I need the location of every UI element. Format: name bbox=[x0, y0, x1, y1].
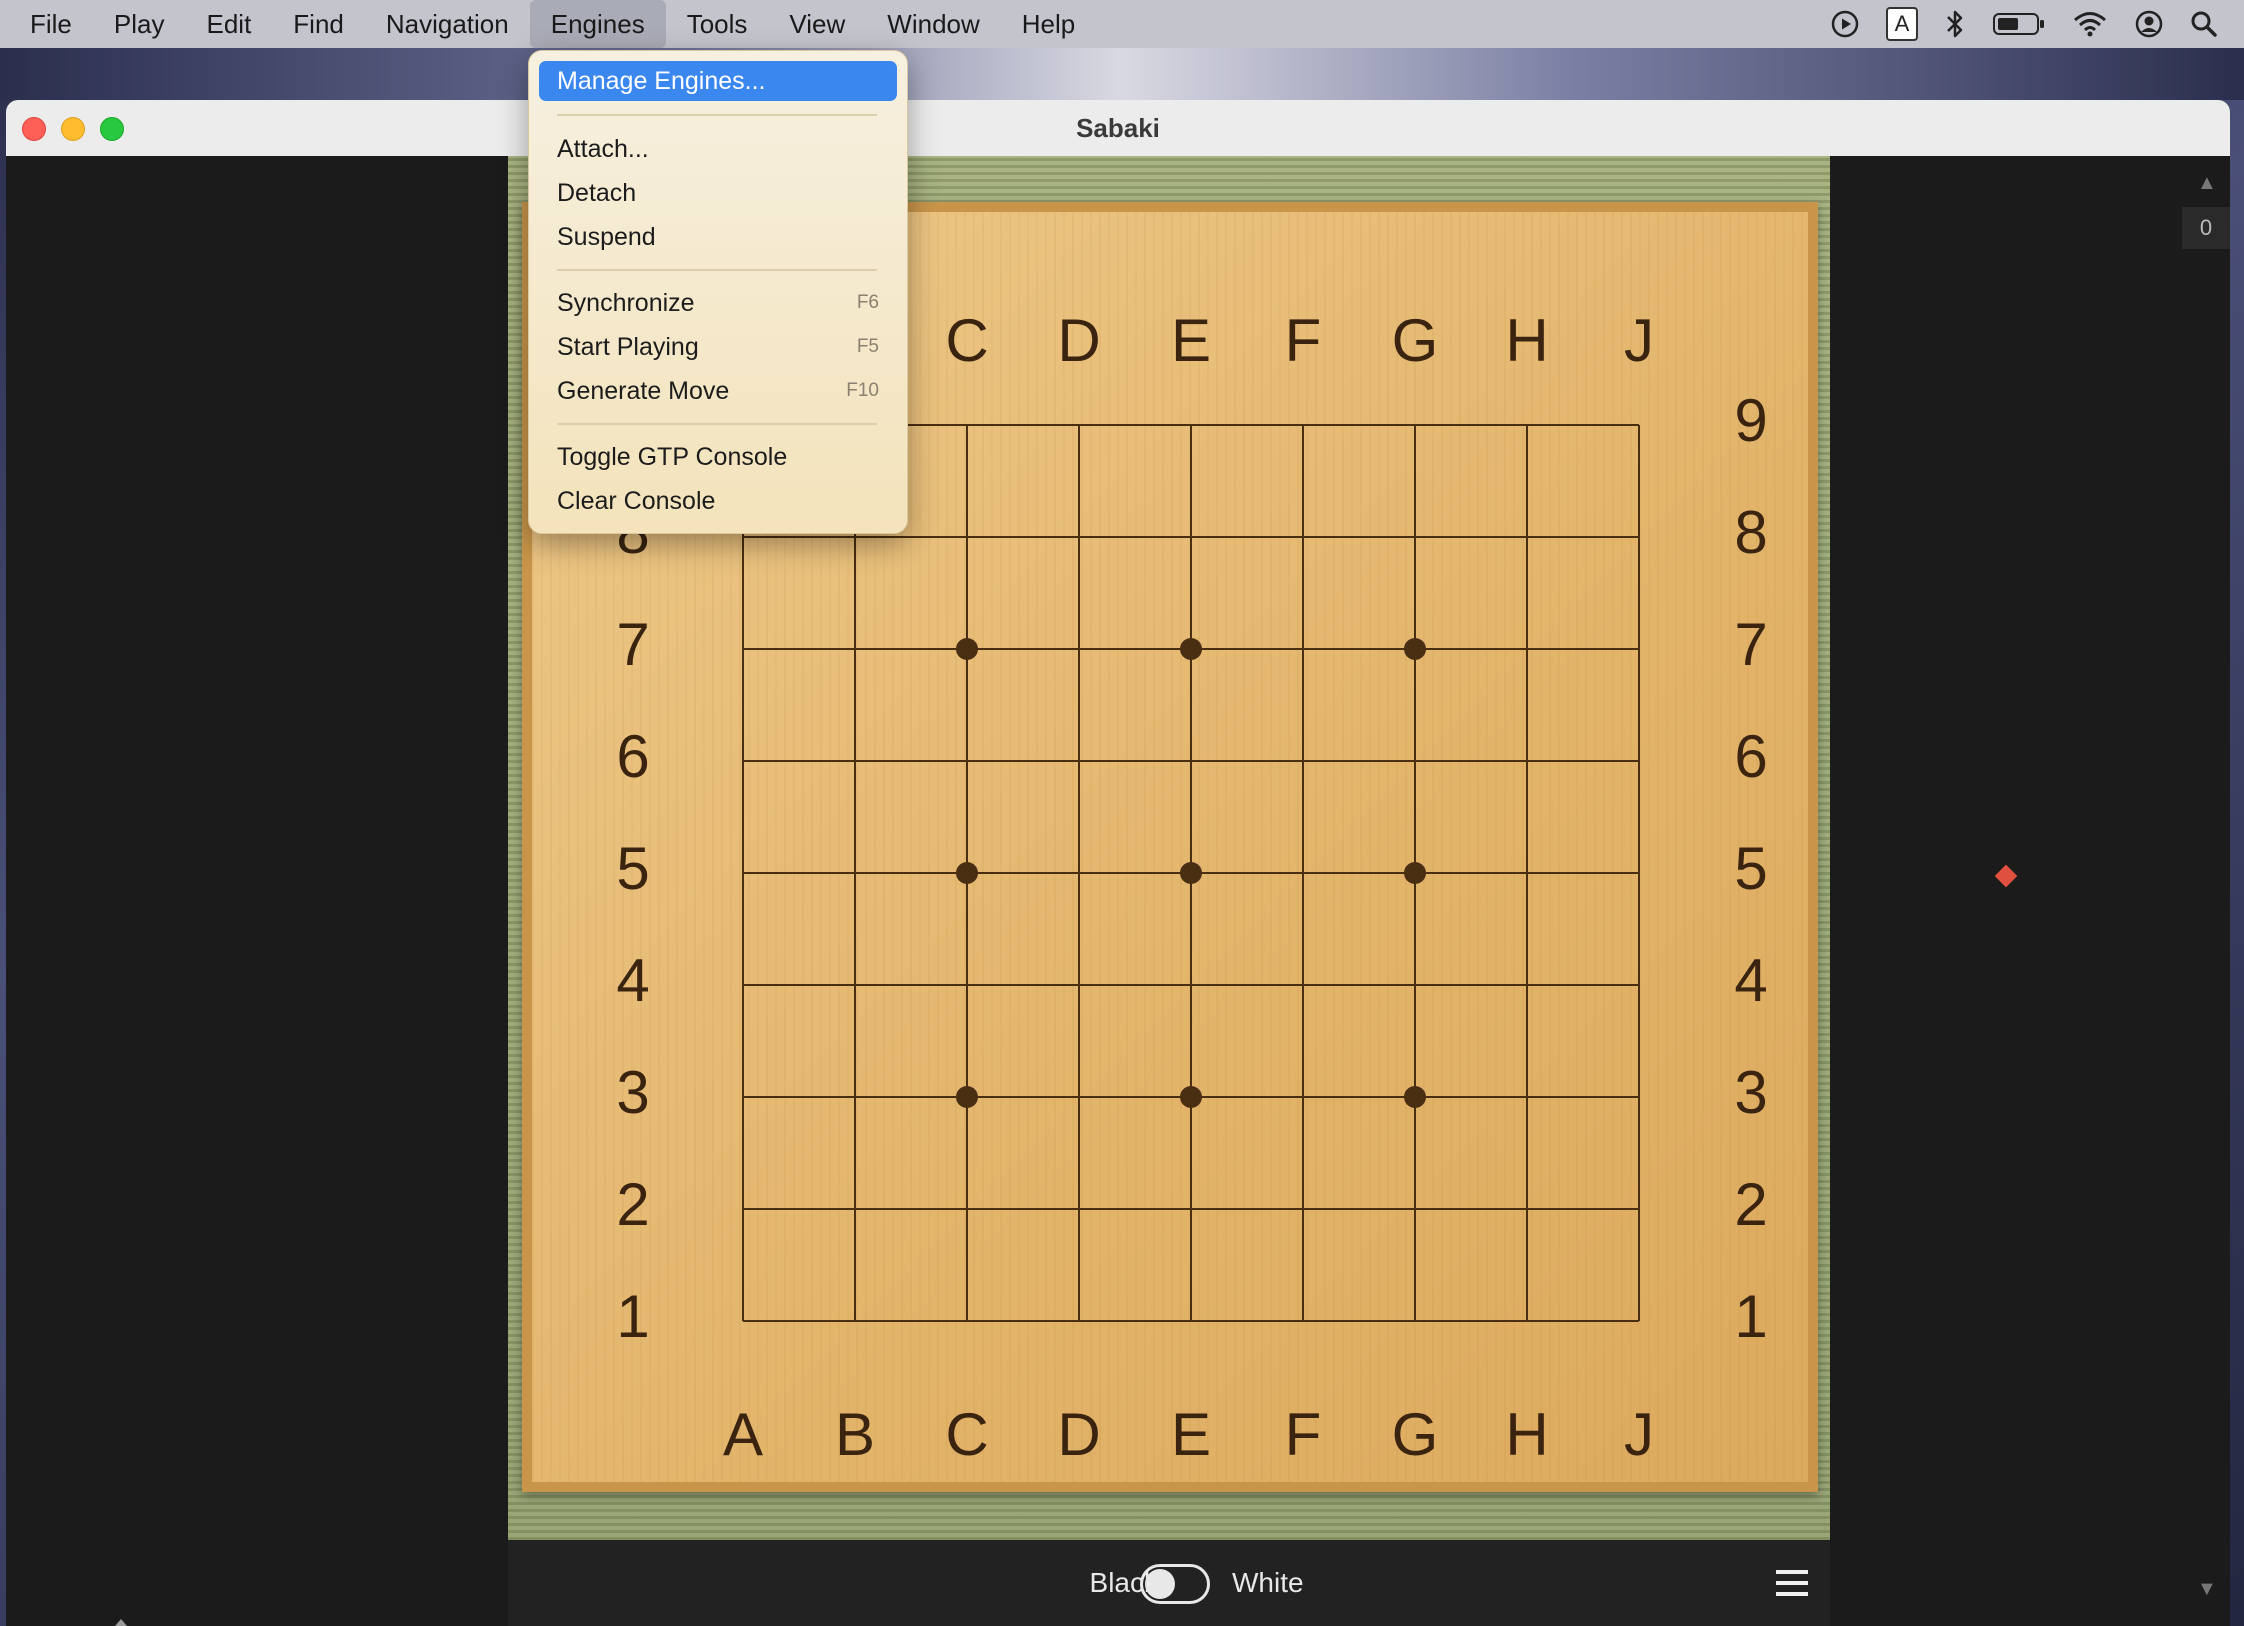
row-label-left: 4 bbox=[616, 947, 649, 1014]
marker-diamond-icon bbox=[1994, 864, 2018, 888]
row-label-right: 9 bbox=[1734, 387, 1767, 454]
row-label-left: 2 bbox=[616, 1171, 649, 1238]
sabaki-window: Sabaki AABBCCDDEEFFGGHHJJ998877665544332… bbox=[6, 100, 2230, 1626]
row-label-right: 8 bbox=[1734, 499, 1767, 566]
user-icon[interactable] bbox=[2134, 0, 2164, 48]
column-label-bottom: D bbox=[1057, 1401, 1100, 1468]
row-label-right: 5 bbox=[1734, 835, 1767, 902]
input-source-icon[interactable]: A bbox=[1886, 0, 1918, 48]
row-label-left: 3 bbox=[616, 1059, 649, 1126]
menu-engines[interactable]: Engines bbox=[529, 0, 666, 48]
menu-separator bbox=[557, 114, 877, 116]
row-label-left: 5 bbox=[616, 835, 649, 902]
menu-view[interactable]: View bbox=[768, 0, 866, 48]
window-title: Sabaki bbox=[1076, 113, 1160, 143]
column-label-top: C bbox=[945, 307, 988, 374]
turn-toggle-knob bbox=[1145, 1569, 1175, 1599]
menu-help[interactable]: Help bbox=[1001, 0, 1096, 48]
menu-edit[interactable]: Edit bbox=[185, 0, 272, 48]
column-label-bottom: J bbox=[1624, 1401, 1654, 1468]
row-label-left: 1 bbox=[616, 1283, 649, 1350]
right-sidebar bbox=[1830, 156, 2230, 1626]
star-point bbox=[1404, 1086, 1426, 1108]
menu-find[interactable]: Find bbox=[272, 0, 365, 48]
turn-toggle[interactable] bbox=[1140, 1564, 1210, 1604]
menu-window[interactable]: Window bbox=[866, 0, 1000, 48]
row-label-left: 6 bbox=[616, 723, 649, 790]
column-label-top: G bbox=[1392, 307, 1439, 374]
status-icons: A bbox=[1830, 0, 2244, 48]
row-label-right: 2 bbox=[1734, 1171, 1767, 1238]
star-point bbox=[1180, 1086, 1202, 1108]
column-label-bottom: C bbox=[945, 1401, 988, 1468]
star-point bbox=[956, 638, 978, 660]
wifi-icon[interactable] bbox=[2072, 0, 2108, 48]
desktop-wallpaper bbox=[0, 48, 2244, 100]
row-label-right: 6 bbox=[1734, 723, 1767, 790]
scroll-up-icon[interactable]: ▲ bbox=[2197, 172, 2217, 195]
star-point bbox=[1404, 638, 1426, 660]
menu-item-start-playing[interactable]: Start Playing F5 bbox=[539, 327, 897, 367]
row-label-right: 7 bbox=[1734, 611, 1767, 678]
menu-item-synchronize[interactable]: Synchronize F6 bbox=[539, 283, 897, 323]
column-label-bottom: G bbox=[1392, 1401, 1439, 1468]
menu-item-generate-move[interactable]: Generate Move F10 bbox=[539, 371, 897, 411]
star-point bbox=[1180, 862, 1202, 884]
column-label-bottom: H bbox=[1505, 1401, 1548, 1468]
menu-item-detach[interactable]: Detach bbox=[539, 173, 897, 213]
column-label-bottom: B bbox=[835, 1401, 875, 1468]
play-circle-icon[interactable] bbox=[1830, 0, 1860, 48]
row-label-right: 1 bbox=[1734, 1283, 1767, 1350]
hamburger-menu-icon[interactable] bbox=[1776, 1568, 1808, 1598]
move-counter: 0 bbox=[2182, 207, 2230, 249]
bottom-bar: Black White bbox=[508, 1540, 1830, 1626]
menu-play[interactable]: Play bbox=[93, 0, 186, 48]
menu-item-manage-engines[interactable]: Manage Engines... bbox=[539, 61, 897, 101]
menu-bar: File Play Edit Find Navigation Engines T… bbox=[0, 0, 2244, 48]
column-label-top: F bbox=[1285, 307, 1322, 374]
menu-item-clear-console[interactable]: Clear Console bbox=[539, 481, 897, 521]
column-label-top: E bbox=[1171, 307, 1211, 374]
column-label-bottom: F bbox=[1285, 1401, 1322, 1468]
menu-separator bbox=[557, 423, 877, 425]
row-label-right: 4 bbox=[1734, 947, 1767, 1014]
menu-item-suspend[interactable]: Suspend bbox=[539, 217, 897, 257]
star-point bbox=[1404, 862, 1426, 884]
menu-separator bbox=[557, 269, 877, 271]
column-label-top: D bbox=[1057, 307, 1100, 374]
star-point bbox=[956, 1086, 978, 1108]
column-label-top: J bbox=[1624, 307, 1654, 374]
white-player-label: White bbox=[1232, 1567, 1304, 1598]
column-label-bottom: E bbox=[1171, 1401, 1211, 1468]
row-label-right: 3 bbox=[1734, 1059, 1767, 1126]
window-titlebar: Sabaki bbox=[6, 100, 2230, 157]
scroll-down-icon[interactable]: ▼ bbox=[2197, 1578, 2217, 1601]
column-label-top: H bbox=[1505, 307, 1548, 374]
column-label-bottom: A bbox=[723, 1401, 763, 1468]
row-label-left: 7 bbox=[616, 611, 649, 678]
input-source-letter: A bbox=[1886, 7, 1918, 41]
menu-item-toggle-gtp-console[interactable]: Toggle GTP Console bbox=[539, 437, 897, 477]
left-sidebar bbox=[6, 156, 508, 1626]
engines-dropdown-menu: Manage Engines... Attach... Detach Suspe… bbox=[528, 50, 908, 534]
battery-icon[interactable] bbox=[1992, 0, 2046, 48]
bluetooth-icon[interactable] bbox=[1944, 0, 1966, 48]
menu-file[interactable]: File bbox=[0, 0, 93, 48]
sidebar-resize-icon[interactable] bbox=[110, 1614, 132, 1626]
star-point bbox=[1180, 638, 1202, 660]
star-point bbox=[956, 862, 978, 884]
menu-navigation[interactable]: Navigation bbox=[365, 0, 530, 48]
menu-tools[interactable]: Tools bbox=[666, 0, 769, 48]
menu-item-attach[interactable]: Attach... bbox=[539, 129, 897, 169]
search-icon[interactable] bbox=[2190, 0, 2218, 48]
